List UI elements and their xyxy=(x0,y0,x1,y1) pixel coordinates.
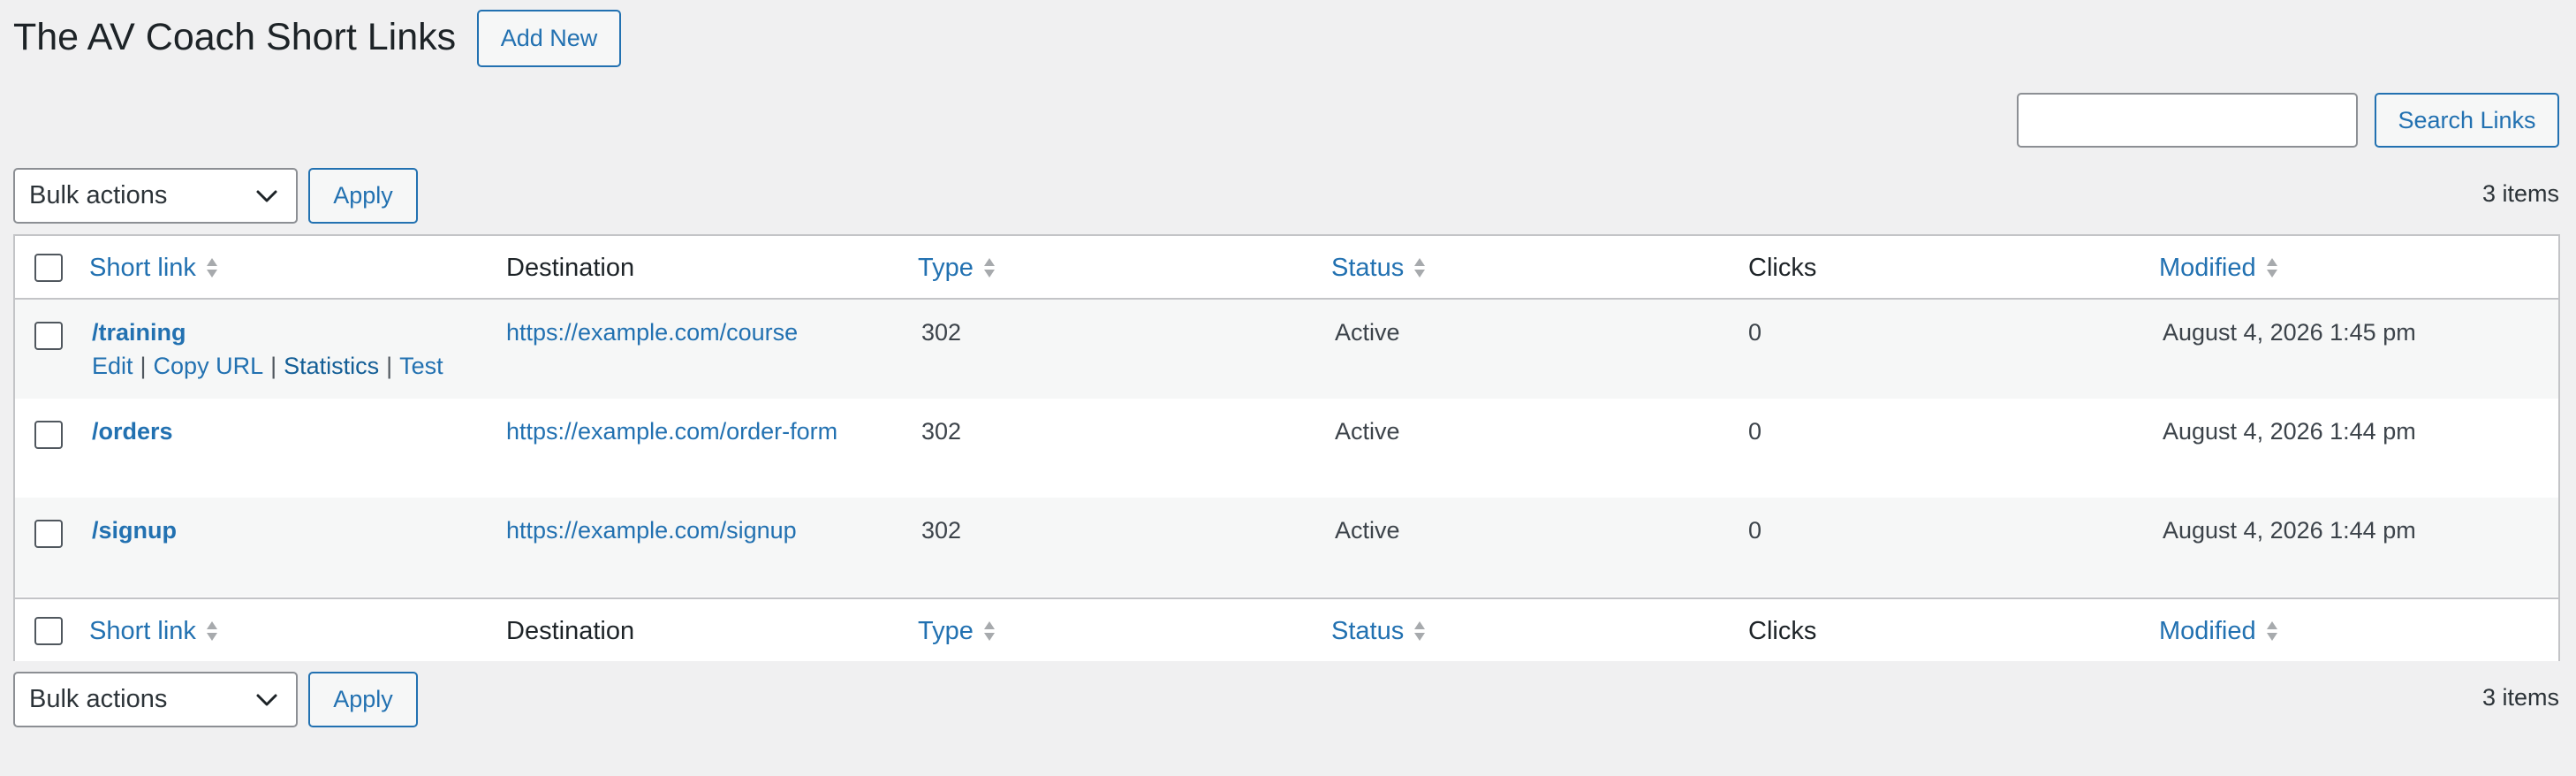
clicks-value: 0 xyxy=(1748,418,1762,445)
row-checkbox[interactable] xyxy=(34,322,63,350)
column-short-link[interactable]: Short link xyxy=(89,236,219,300)
destination-link[interactable]: https://example.com/course xyxy=(506,318,798,346)
search-input[interactable] xyxy=(2017,93,2358,148)
page-title: The AV Coach Short Links xyxy=(13,16,457,58)
add-new-button[interactable]: Add New xyxy=(477,10,621,67)
column-clicks: Clicks xyxy=(1748,616,1817,645)
apply-button[interactable]: Apply xyxy=(308,672,418,727)
row-checkbox[interactable] xyxy=(34,520,63,548)
destination-link[interactable]: https://example.com/signup xyxy=(506,516,797,544)
table-footer: Short link Destination Type Status Click… xyxy=(15,597,2558,661)
bulk-actions-value: Bulk actions xyxy=(29,181,168,209)
short-link[interactable]: /orders xyxy=(92,417,173,445)
column-short-link-label: Short link xyxy=(89,616,196,645)
search-links-button[interactable]: Search Links xyxy=(2375,93,2559,148)
type-value: 302 xyxy=(921,319,962,346)
bulk-actions-select[interactable]: Bulk actions xyxy=(13,672,298,727)
column-status-label: Status xyxy=(1331,616,1405,645)
statistics-link[interactable]: Statistics xyxy=(284,353,379,379)
sort-arrows-icon xyxy=(983,621,995,641)
column-destination: Destination xyxy=(506,616,635,645)
chevron-down-icon xyxy=(256,190,277,202)
row-checkbox[interactable] xyxy=(34,421,63,449)
sort-arrows-icon xyxy=(206,258,217,278)
short-link[interactable]: /signup xyxy=(92,516,177,544)
bulk-actions-value: Bulk actions xyxy=(29,685,168,713)
modified-value: August 4, 2026 1:45 pm xyxy=(2163,319,2416,346)
column-modified[interactable]: Modified xyxy=(2159,236,2279,300)
short-link[interactable]: /training xyxy=(92,318,186,346)
status-value: Active xyxy=(1335,319,1400,346)
status-value: Active xyxy=(1335,517,1400,544)
type-value: 302 xyxy=(921,418,962,445)
column-status-label: Status xyxy=(1331,253,1405,282)
sort-arrows-icon xyxy=(2266,621,2277,641)
column-clicks: Clicks xyxy=(1748,253,1817,282)
clicks-value: 0 xyxy=(1748,517,1762,544)
status-value: Active xyxy=(1335,418,1400,445)
separator: | xyxy=(270,353,277,379)
select-all-checkbox[interactable] xyxy=(34,254,63,282)
items-count: 3 items xyxy=(2481,180,2559,207)
column-type[interactable]: Type xyxy=(918,236,996,300)
separator: | xyxy=(386,353,393,379)
column-type[interactable]: Type xyxy=(918,599,996,663)
table-row: /signup https://example.com/signup 302 A… xyxy=(15,498,2558,597)
items-count: 3 items xyxy=(2481,684,2559,711)
modified-value: August 4, 2026 1:44 pm xyxy=(2163,517,2416,544)
apply-button[interactable]: Apply xyxy=(308,168,418,224)
table-header: Short link Destination Type Status Click… xyxy=(15,236,2558,300)
row-actions: Edit | Copy URL | Statistics | Test xyxy=(92,352,443,380)
column-destination: Destination xyxy=(506,253,635,282)
type-value: 302 xyxy=(921,517,962,544)
column-short-link-label: Short link xyxy=(89,253,196,282)
column-type-label: Type xyxy=(918,253,974,282)
sort-arrows-icon xyxy=(206,621,217,641)
sort-arrows-icon xyxy=(1414,258,1426,278)
table-row: /orders https://example.com/order-form 3… xyxy=(15,399,2558,498)
edit-link[interactable]: Edit xyxy=(92,353,133,379)
column-modified[interactable]: Modified xyxy=(2159,599,2279,663)
clicks-value: 0 xyxy=(1748,319,1762,346)
modified-value: August 4, 2026 1:44 pm xyxy=(2163,418,2416,445)
sort-arrows-icon xyxy=(983,258,995,278)
chevron-down-icon xyxy=(256,694,277,705)
select-all-checkbox[interactable] xyxy=(34,617,63,645)
column-status[interactable]: Status xyxy=(1331,236,1427,300)
test-link[interactable]: Test xyxy=(399,353,443,379)
copy-url-link[interactable]: Copy URL xyxy=(154,353,264,379)
column-status[interactable]: Status xyxy=(1331,599,1427,663)
sort-arrows-icon xyxy=(2266,258,2277,278)
sort-arrows-icon xyxy=(1414,621,1426,641)
column-modified-label: Modified xyxy=(2159,616,2256,645)
column-type-label: Type xyxy=(918,616,974,645)
bulk-actions-select[interactable]: Bulk actions xyxy=(13,168,298,224)
table-row: /training Edit | Copy URL | Statistics | Test … xyxy=(15,300,2558,399)
separator: | xyxy=(140,353,147,379)
column-short-link[interactable]: Short link xyxy=(89,599,219,663)
column-modified-label: Modified xyxy=(2159,253,2256,282)
links-table: Short link Destination Type Status Click… xyxy=(13,234,2560,661)
destination-link[interactable]: https://example.com/order-form xyxy=(506,417,837,445)
page: The AV Coach Short Links Add New Search … xyxy=(0,0,2576,776)
